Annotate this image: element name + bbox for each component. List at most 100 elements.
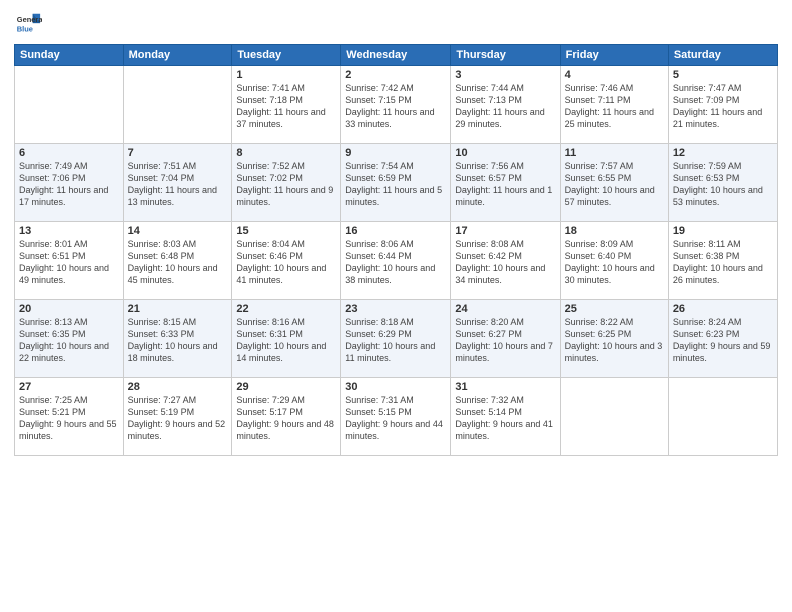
week-row-1: 1Sunrise: 7:41 AM Sunset: 7:18 PM Daylig… (15, 66, 778, 144)
day-cell: 18Sunrise: 8:09 AM Sunset: 6:40 PM Dayli… (560, 222, 668, 300)
day-info: Sunrise: 7:54 AM Sunset: 6:59 PM Dayligh… (345, 160, 446, 209)
day-cell: 29Sunrise: 7:29 AM Sunset: 5:17 PM Dayli… (232, 378, 341, 456)
day-info: Sunrise: 7:59 AM Sunset: 6:53 PM Dayligh… (673, 160, 773, 209)
day-number: 25 (565, 303, 664, 315)
day-info: Sunrise: 8:11 AM Sunset: 6:38 PM Dayligh… (673, 238, 773, 287)
day-number: 23 (345, 303, 446, 315)
day-number: 20 (19, 303, 119, 315)
week-row-5: 27Sunrise: 7:25 AM Sunset: 5:21 PM Dayli… (15, 378, 778, 456)
day-info: Sunrise: 8:18 AM Sunset: 6:29 PM Dayligh… (345, 316, 446, 365)
day-number: 12 (673, 147, 773, 159)
day-info: Sunrise: 8:06 AM Sunset: 6:44 PM Dayligh… (345, 238, 446, 287)
header-cell-sunday: Sunday (15, 45, 124, 66)
calendar-body: 1Sunrise: 7:41 AM Sunset: 7:18 PM Daylig… (15, 66, 778, 456)
day-cell: 12Sunrise: 7:59 AM Sunset: 6:53 PM Dayli… (668, 144, 777, 222)
day-number: 31 (455, 381, 555, 393)
day-info: Sunrise: 7:52 AM Sunset: 7:02 PM Dayligh… (236, 160, 336, 209)
day-cell: 10Sunrise: 7:56 AM Sunset: 6:57 PM Dayli… (451, 144, 560, 222)
day-cell: 3Sunrise: 7:44 AM Sunset: 7:13 PM Daylig… (451, 66, 560, 144)
day-cell: 6Sunrise: 7:49 AM Sunset: 7:06 PM Daylig… (15, 144, 124, 222)
day-info: Sunrise: 8:09 AM Sunset: 6:40 PM Dayligh… (565, 238, 664, 287)
day-cell (560, 378, 668, 456)
day-info: Sunrise: 8:03 AM Sunset: 6:48 PM Dayligh… (128, 238, 228, 287)
day-info: Sunrise: 8:20 AM Sunset: 6:27 PM Dayligh… (455, 316, 555, 365)
calendar-table: SundayMondayTuesdayWednesdayThursdayFrid… (14, 44, 778, 456)
day-number: 18 (565, 225, 664, 237)
svg-text:General: General (17, 15, 42, 24)
svg-text:Blue: Blue (17, 24, 33, 33)
day-cell: 7Sunrise: 7:51 AM Sunset: 7:04 PM Daylig… (123, 144, 232, 222)
week-row-3: 13Sunrise: 8:01 AM Sunset: 6:51 PM Dayli… (15, 222, 778, 300)
day-number: 9 (345, 147, 446, 159)
day-number: 29 (236, 381, 336, 393)
day-number: 6 (19, 147, 119, 159)
day-info: Sunrise: 7:47 AM Sunset: 7:09 PM Dayligh… (673, 82, 773, 131)
day-info: Sunrise: 8:13 AM Sunset: 6:35 PM Dayligh… (19, 316, 119, 365)
day-info: Sunrise: 8:22 AM Sunset: 6:25 PM Dayligh… (565, 316, 664, 365)
day-info: Sunrise: 7:27 AM Sunset: 5:19 PM Dayligh… (128, 394, 228, 443)
day-cell: 25Sunrise: 8:22 AM Sunset: 6:25 PM Dayli… (560, 300, 668, 378)
day-info: Sunrise: 7:42 AM Sunset: 7:15 PM Dayligh… (345, 82, 446, 131)
day-number: 2 (345, 69, 446, 81)
day-info: Sunrise: 8:04 AM Sunset: 6:46 PM Dayligh… (236, 238, 336, 287)
day-cell: 15Sunrise: 8:04 AM Sunset: 6:46 PM Dayli… (232, 222, 341, 300)
day-cell: 11Sunrise: 7:57 AM Sunset: 6:55 PM Dayli… (560, 144, 668, 222)
day-number: 8 (236, 147, 336, 159)
header-cell-wednesday: Wednesday (341, 45, 451, 66)
week-row-4: 20Sunrise: 8:13 AM Sunset: 6:35 PM Dayli… (15, 300, 778, 378)
day-info: Sunrise: 8:15 AM Sunset: 6:33 PM Dayligh… (128, 316, 228, 365)
day-number: 19 (673, 225, 773, 237)
day-info: Sunrise: 7:32 AM Sunset: 5:14 PM Dayligh… (455, 394, 555, 443)
header-cell-thursday: Thursday (451, 45, 560, 66)
page-header: General Blue (14, 10, 778, 38)
day-cell: 24Sunrise: 8:20 AM Sunset: 6:27 PM Dayli… (451, 300, 560, 378)
day-number: 13 (19, 225, 119, 237)
header-cell-friday: Friday (560, 45, 668, 66)
day-cell: 28Sunrise: 7:27 AM Sunset: 5:19 PM Dayli… (123, 378, 232, 456)
day-number: 22 (236, 303, 336, 315)
day-number: 21 (128, 303, 228, 315)
day-info: Sunrise: 7:44 AM Sunset: 7:13 PM Dayligh… (455, 82, 555, 131)
day-cell: 4Sunrise: 7:46 AM Sunset: 7:11 PM Daylig… (560, 66, 668, 144)
day-cell: 16Sunrise: 8:06 AM Sunset: 6:44 PM Dayli… (341, 222, 451, 300)
day-info: Sunrise: 8:16 AM Sunset: 6:31 PM Dayligh… (236, 316, 336, 365)
logo: General Blue (14, 10, 44, 38)
day-cell: 8Sunrise: 7:52 AM Sunset: 7:02 PM Daylig… (232, 144, 341, 222)
day-number: 11 (565, 147, 664, 159)
header-cell-tuesday: Tuesday (232, 45, 341, 66)
calendar-header: SundayMondayTuesdayWednesdayThursdayFrid… (15, 45, 778, 66)
page-container: General Blue SundayMondayTuesdayWednesda… (0, 0, 792, 466)
day-cell (123, 66, 232, 144)
day-number: 5 (673, 69, 773, 81)
day-number: 14 (128, 225, 228, 237)
day-number: 1 (236, 69, 336, 81)
day-info: Sunrise: 8:24 AM Sunset: 6:23 PM Dayligh… (673, 316, 773, 365)
day-number: 4 (565, 69, 664, 81)
day-number: 30 (345, 381, 446, 393)
day-number: 3 (455, 69, 555, 81)
day-info: Sunrise: 8:01 AM Sunset: 6:51 PM Dayligh… (19, 238, 119, 287)
day-info: Sunrise: 7:41 AM Sunset: 7:18 PM Dayligh… (236, 82, 336, 131)
day-number: 27 (19, 381, 119, 393)
day-cell: 1Sunrise: 7:41 AM Sunset: 7:18 PM Daylig… (232, 66, 341, 144)
day-number: 28 (128, 381, 228, 393)
day-number: 16 (345, 225, 446, 237)
day-cell (15, 66, 124, 144)
day-info: Sunrise: 7:56 AM Sunset: 6:57 PM Dayligh… (455, 160, 555, 209)
header-row: SundayMondayTuesdayWednesdayThursdayFrid… (15, 45, 778, 66)
header-cell-saturday: Saturday (668, 45, 777, 66)
day-number: 17 (455, 225, 555, 237)
day-info: Sunrise: 7:51 AM Sunset: 7:04 PM Dayligh… (128, 160, 228, 209)
day-info: Sunrise: 7:49 AM Sunset: 7:06 PM Dayligh… (19, 160, 119, 209)
logo-icon: General Blue (14, 10, 42, 38)
day-cell: 9Sunrise: 7:54 AM Sunset: 6:59 PM Daylig… (341, 144, 451, 222)
day-info: Sunrise: 7:46 AM Sunset: 7:11 PM Dayligh… (565, 82, 664, 131)
day-info: Sunrise: 7:31 AM Sunset: 5:15 PM Dayligh… (345, 394, 446, 443)
day-cell: 31Sunrise: 7:32 AM Sunset: 5:14 PM Dayli… (451, 378, 560, 456)
day-cell: 14Sunrise: 8:03 AM Sunset: 6:48 PM Dayli… (123, 222, 232, 300)
day-number: 15 (236, 225, 336, 237)
day-number: 24 (455, 303, 555, 315)
day-cell: 17Sunrise: 8:08 AM Sunset: 6:42 PM Dayli… (451, 222, 560, 300)
day-cell: 21Sunrise: 8:15 AM Sunset: 6:33 PM Dayli… (123, 300, 232, 378)
day-cell (668, 378, 777, 456)
